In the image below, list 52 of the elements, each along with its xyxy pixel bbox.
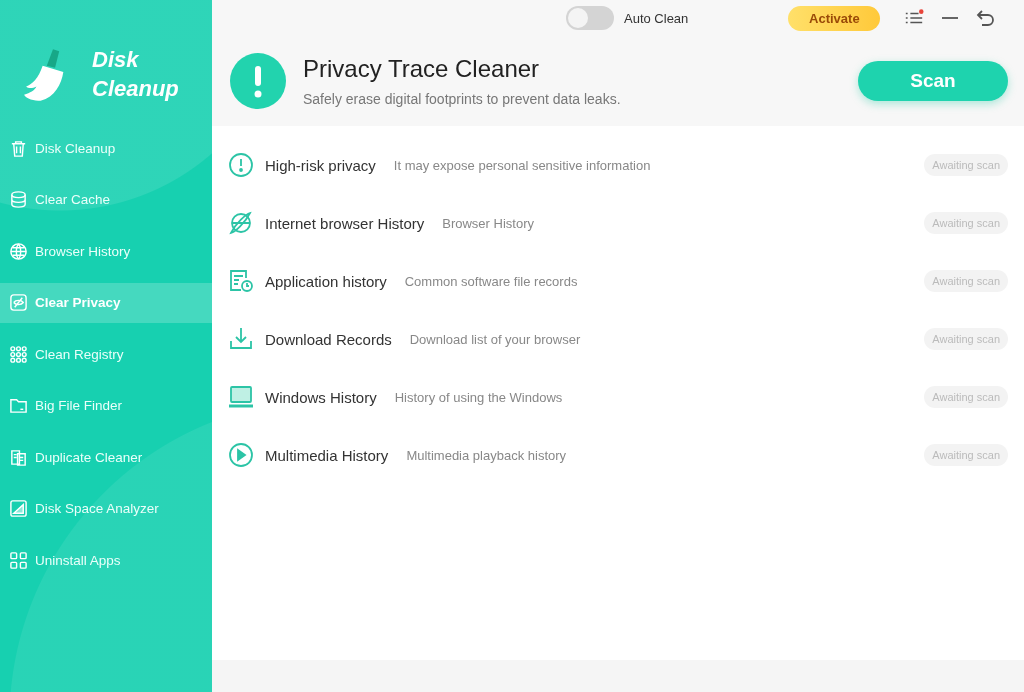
activate-button[interactable]: Activate [788,5,881,31]
document-clock-icon [228,268,254,294]
documents-icon [9,447,28,467]
sidebar-item[interactable]: Clear Privacy [0,282,212,323]
category-description: Download list of your browser [409,331,582,347]
sidebar-item[interactable]: Disk Cleanup [0,128,212,168]
category-name: Internet browser History [265,214,425,232]
category-description: History of using the Windows [394,389,564,405]
trash-icon [9,138,28,158]
alert-icon [228,152,254,178]
status-badge: Awaiting scan [924,270,1008,292]
category-description: Multimedia playback history [406,447,568,463]
sidebar-item[interactable]: Clean Registry [0,334,212,374]
sidebar-item[interactable]: Uninstall Apps [0,540,212,580]
category-name: Download Records [265,330,392,348]
toggle-label: Auto Clean [624,10,689,26]
status-badge: Awaiting scan [924,444,1008,466]
category-name: High-risk privacy [265,156,376,174]
category-description: Common software file records [404,273,579,289]
chart-icon [9,499,28,518]
sidebar-item[interactable]: Clear Cache [0,179,212,220]
toggle-switch[interactable] [566,6,614,30]
app-name: Cleanup [92,75,179,103]
status-badge: Awaiting scan [924,328,1008,350]
alert-icon [230,53,286,109]
back-icon[interactable] [976,8,997,28]
apps-icon [9,550,28,570]
category-description: Browser History [442,215,535,231]
status-badge: Awaiting scan [924,386,1008,408]
category-name: Application history [265,272,387,290]
folder-icon [9,396,28,415]
category-name: Multimedia History [265,446,389,464]
play-icon [228,442,254,468]
sidebar-item[interactable]: Duplicate Cleaner [0,437,212,477]
download-icon [228,326,254,352]
page-title: Privacy Trace Cleaner [303,55,541,83]
sidebar-item[interactable]: Browser History [0,231,212,271]
status-badge: Awaiting scan [924,212,1008,234]
browser-icon [228,210,254,236]
status-badge: Awaiting scan [924,154,1008,176]
app-name: Disk [92,46,140,74]
page-subtitle: Safely erase digital footprints to prevent data leaks. [303,91,622,107]
sidebar-item[interactable]: Disk Space Analyzer [0,488,212,529]
laptop-icon [228,384,254,410]
eye-slash-icon [9,293,28,312]
database-icon [9,190,28,209]
scan-button[interactable]: Scan [858,61,1008,101]
category-name: Windows History [265,388,377,406]
category-description: It may expose personal sensitive information [393,157,652,173]
globe-icon [9,241,28,261]
sidebar-item[interactable]: Big File Finder [0,385,212,426]
grid-icon [9,344,28,364]
